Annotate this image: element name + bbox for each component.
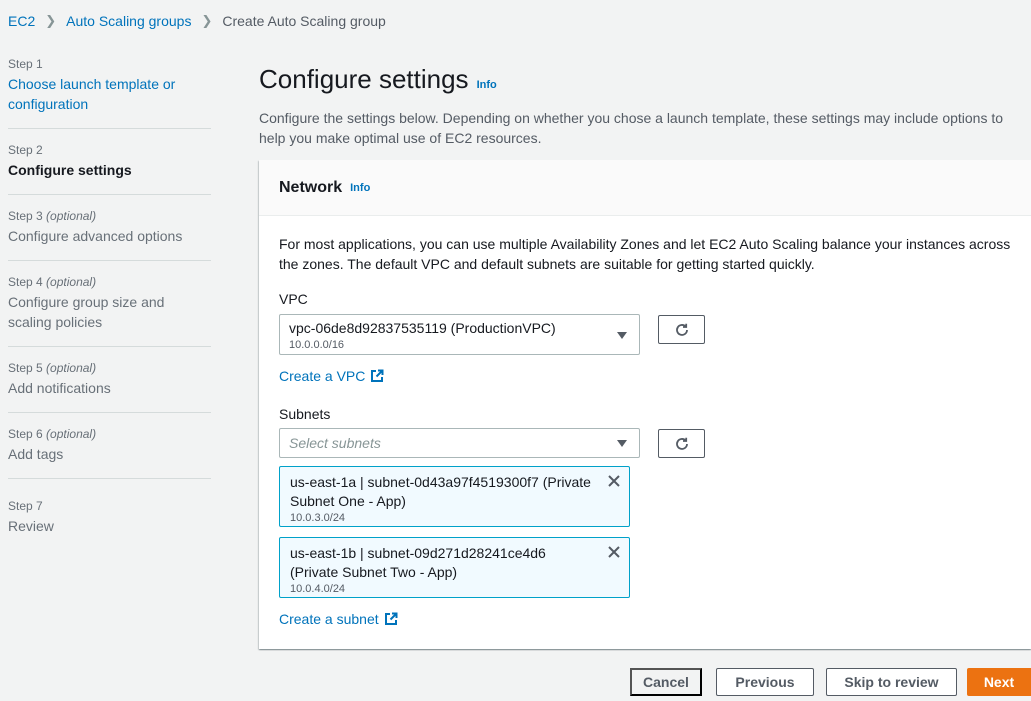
caret-down-icon	[617, 332, 627, 339]
previous-button[interactable]: Previous	[716, 668, 814, 696]
next-button[interactable]: Next	[967, 668, 1031, 696]
breadcrumb-current: Create Auto Scaling group	[222, 13, 386, 29]
step-6-title: Add tags	[8, 446, 64, 462]
breadcrumb-ec2[interactable]: EC2	[8, 13, 35, 29]
cancel-button[interactable]: Cancel	[630, 668, 702, 696]
step-number: Step 3 (optional)	[8, 209, 97, 223]
step-number: Step 7	[8, 499, 43, 513]
network-panel: Network Info For most applications, you …	[259, 160, 1031, 649]
step-4-title: Configure group size and scaling policie…	[8, 294, 165, 330]
subnet-token-label: us-east-1b | subnet-09d271d28241ce4d6 (P…	[290, 545, 546, 580]
step-7: Step 7 Review	[8, 499, 211, 550]
refresh-icon	[675, 323, 688, 336]
step-3-title: Configure advanced options	[8, 228, 183, 244]
page-title: Configure settings Info	[259, 64, 497, 95]
close-icon[interactable]	[607, 474, 621, 491]
subnet-token-cidr: 10.0.3.0/24	[290, 512, 346, 524]
subnet-token-label: us-east-1a | subnet-0d43a97f4519300f7 (P…	[290, 474, 591, 509]
create-vpc-link[interactable]: Create a VPC	[279, 368, 384, 384]
page-title-text: Configure settings	[259, 64, 469, 94]
subnets-refresh-button[interactable]	[658, 429, 705, 458]
subnet-token: us-east-1b | subnet-09d271d28241ce4d6 (P…	[279, 537, 630, 598]
step-6: Step 6 (optional) Add tags	[8, 427, 211, 479]
step-1-link[interactable]: Choose launch template or configuration	[8, 74, 198, 114]
subnet-token-cidr: 10.0.4.0/24	[290, 583, 346, 595]
page-info-link[interactable]: Info	[477, 79, 497, 91]
subnets-placeholder: Select subnets	[289, 435, 381, 451]
breadcrumb-auto-scaling-groups[interactable]: Auto Scaling groups	[66, 13, 191, 29]
step-4: Step 4 (optional) Configure group size a…	[8, 275, 211, 347]
vpc-refresh-button[interactable]	[658, 315, 705, 344]
vpc-label: VPC	[279, 291, 308, 307]
create-subnet-link[interactable]: Create a subnet	[279, 611, 398, 627]
close-icon[interactable]	[607, 545, 621, 562]
step-number: Step 1	[8, 57, 43, 71]
step-number: Step 5 (optional)	[8, 361, 97, 375]
step-number: Step 4 (optional)	[8, 275, 97, 289]
step-5-title: Add notifications	[8, 380, 111, 396]
network-info-link[interactable]: Info	[350, 182, 370, 194]
vpc-select[interactable]: vpc-06de8d92837535119 (ProductionVPC) 10…	[279, 314, 640, 355]
step-2-title: Configure settings	[8, 162, 132, 178]
step-5: Step 5 (optional) Add notifications	[8, 361, 211, 413]
step-number: Step 6 (optional)	[8, 427, 97, 441]
subnets-select[interactable]: Select subnets	[279, 428, 640, 458]
page-description: Configure the settings below. Depending …	[259, 110, 1004, 146]
step-3: Step 3 (optional) Configure advanced opt…	[8, 209, 211, 261]
skip-to-review-button[interactable]: Skip to review	[826, 668, 957, 696]
panel-title: Network	[279, 178, 343, 196]
step-1: Step 1 Choose launch template or configu…	[8, 57, 211, 129]
subnets-label: Subnets	[279, 406, 331, 422]
vpc-select-value: vpc-06de8d92837535119 (ProductionVPC)	[289, 320, 556, 336]
breadcrumb: EC2 ❯ Auto Scaling groups ❯ Create Auto …	[8, 13, 386, 29]
step-7-title: Review	[8, 518, 54, 534]
caret-down-icon	[617, 440, 627, 447]
refresh-icon	[675, 437, 688, 450]
external-link-icon	[371, 369, 384, 382]
step-2: Step 2 Configure settings	[8, 143, 211, 195]
wizard-steps: Step 1 Choose launch template or configu…	[8, 57, 211, 564]
vpc-select-cidr: 10.0.0.0/16	[289, 339, 345, 351]
step-number: Step 2	[8, 143, 43, 157]
subnet-token: us-east-1a | subnet-0d43a97f4519300f7 (P…	[279, 466, 630, 527]
panel-header: Network Info	[259, 160, 1031, 216]
create-vpc-text: Create a VPC	[279, 368, 366, 384]
chevron-right-icon: ❯	[201, 13, 213, 28]
network-description: For most applications, you can use multi…	[279, 236, 1011, 272]
external-link-icon	[384, 612, 398, 625]
chevron-right-icon: ❯	[45, 13, 57, 28]
create-subnet-text: Create a subnet	[279, 611, 379, 627]
